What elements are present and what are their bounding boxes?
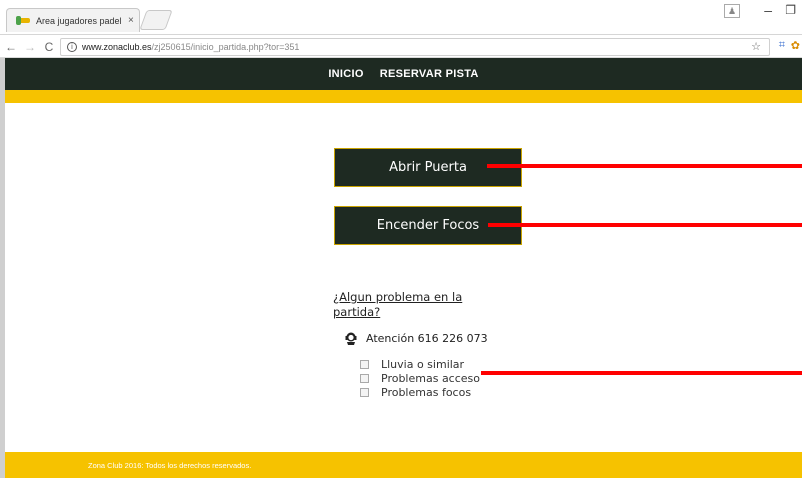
lights-label: Problemas focos (381, 385, 472, 399)
annotation-line-problems (481, 371, 802, 375)
access-checkbox[interactable] (360, 373, 369, 383)
rain-checkbox[interactable] (360, 359, 369, 369)
nav-item-inicio[interactable]: INICIO (328, 68, 363, 80)
tab-title: Area jugadores padel (36, 15, 122, 26)
annotation-line-lights (488, 223, 802, 227)
address-bar: ← → C i www.zonaclub.es /zj250615/inicio… (0, 36, 802, 58)
browser-window: Area jugadores padel × ♟ – ❐ ← → C i www… (0, 0, 802, 478)
tab-strip: Area jugadores padel × ♟ – ❐ (0, 0, 802, 35)
bookmark-star-icon[interactable]: ☆ (751, 40, 761, 53)
url-path: /zj250615/inicio_partida.php?tor=351 (151, 42, 300, 52)
new-tab-button[interactable] (139, 10, 173, 30)
annotation-line-open-door (487, 164, 802, 168)
page-edge (0, 58, 5, 478)
problem-option-rain: Lluvia o similar (360, 357, 480, 371)
problem-option-lights: Problemas focos (360, 385, 480, 399)
extension-icon-2[interactable]: ✿ (791, 39, 800, 52)
access-label: Problemas acceso (381, 371, 481, 385)
minimize-icon[interactable]: – (764, 2, 772, 18)
extension-icon[interactable]: ⌗ (779, 39, 785, 52)
rain-label: Lluvia o similar (381, 357, 465, 371)
profile-icon[interactable]: ♟ (724, 4, 740, 18)
lights-checkbox[interactable] (360, 387, 369, 397)
site-navigation: INICIO RESERVAR PISTA (5, 58, 802, 90)
forward-icon[interactable]: → (22, 40, 38, 54)
url-input[interactable]: i www.zonaclub.es /zj250615/inicio_parti… (60, 38, 770, 56)
nav-accent-bar (5, 90, 802, 103)
problem-options: Lluvia o similar Problemas acceso Proble… (360, 357, 480, 399)
nav-item-reservar-pista[interactable]: RESERVAR PISTA (380, 68, 479, 80)
footer: Zona Club 2016: Todos los derechos reser… (5, 452, 802, 478)
restore-icon[interactable]: ❐ (785, 3, 796, 17)
problem-option-access: Problemas acceso (360, 371, 480, 385)
back-icon[interactable]: ← (3, 40, 19, 54)
support-phone-text: Atención 616 226 073 (366, 331, 488, 345)
footer-copyright: Zona Club 2016: Todos los derechos reser… (88, 461, 252, 470)
reload-icon[interactable]: C (41, 40, 57, 54)
browser-tab[interactable]: Area jugadores padel × (6, 8, 140, 32)
support-agent-icon (345, 332, 357, 345)
site-favicon-icon (16, 16, 30, 25)
tab-close-icon[interactable]: × (128, 15, 134, 26)
info-icon[interactable]: i (67, 42, 77, 52)
url-host: www.zonaclub.es (82, 42, 152, 52)
problem-report-link[interactable]: ¿Algun problema en la partida? (333, 290, 473, 320)
support-phone: Atención 616 226 073 (344, 331, 488, 345)
